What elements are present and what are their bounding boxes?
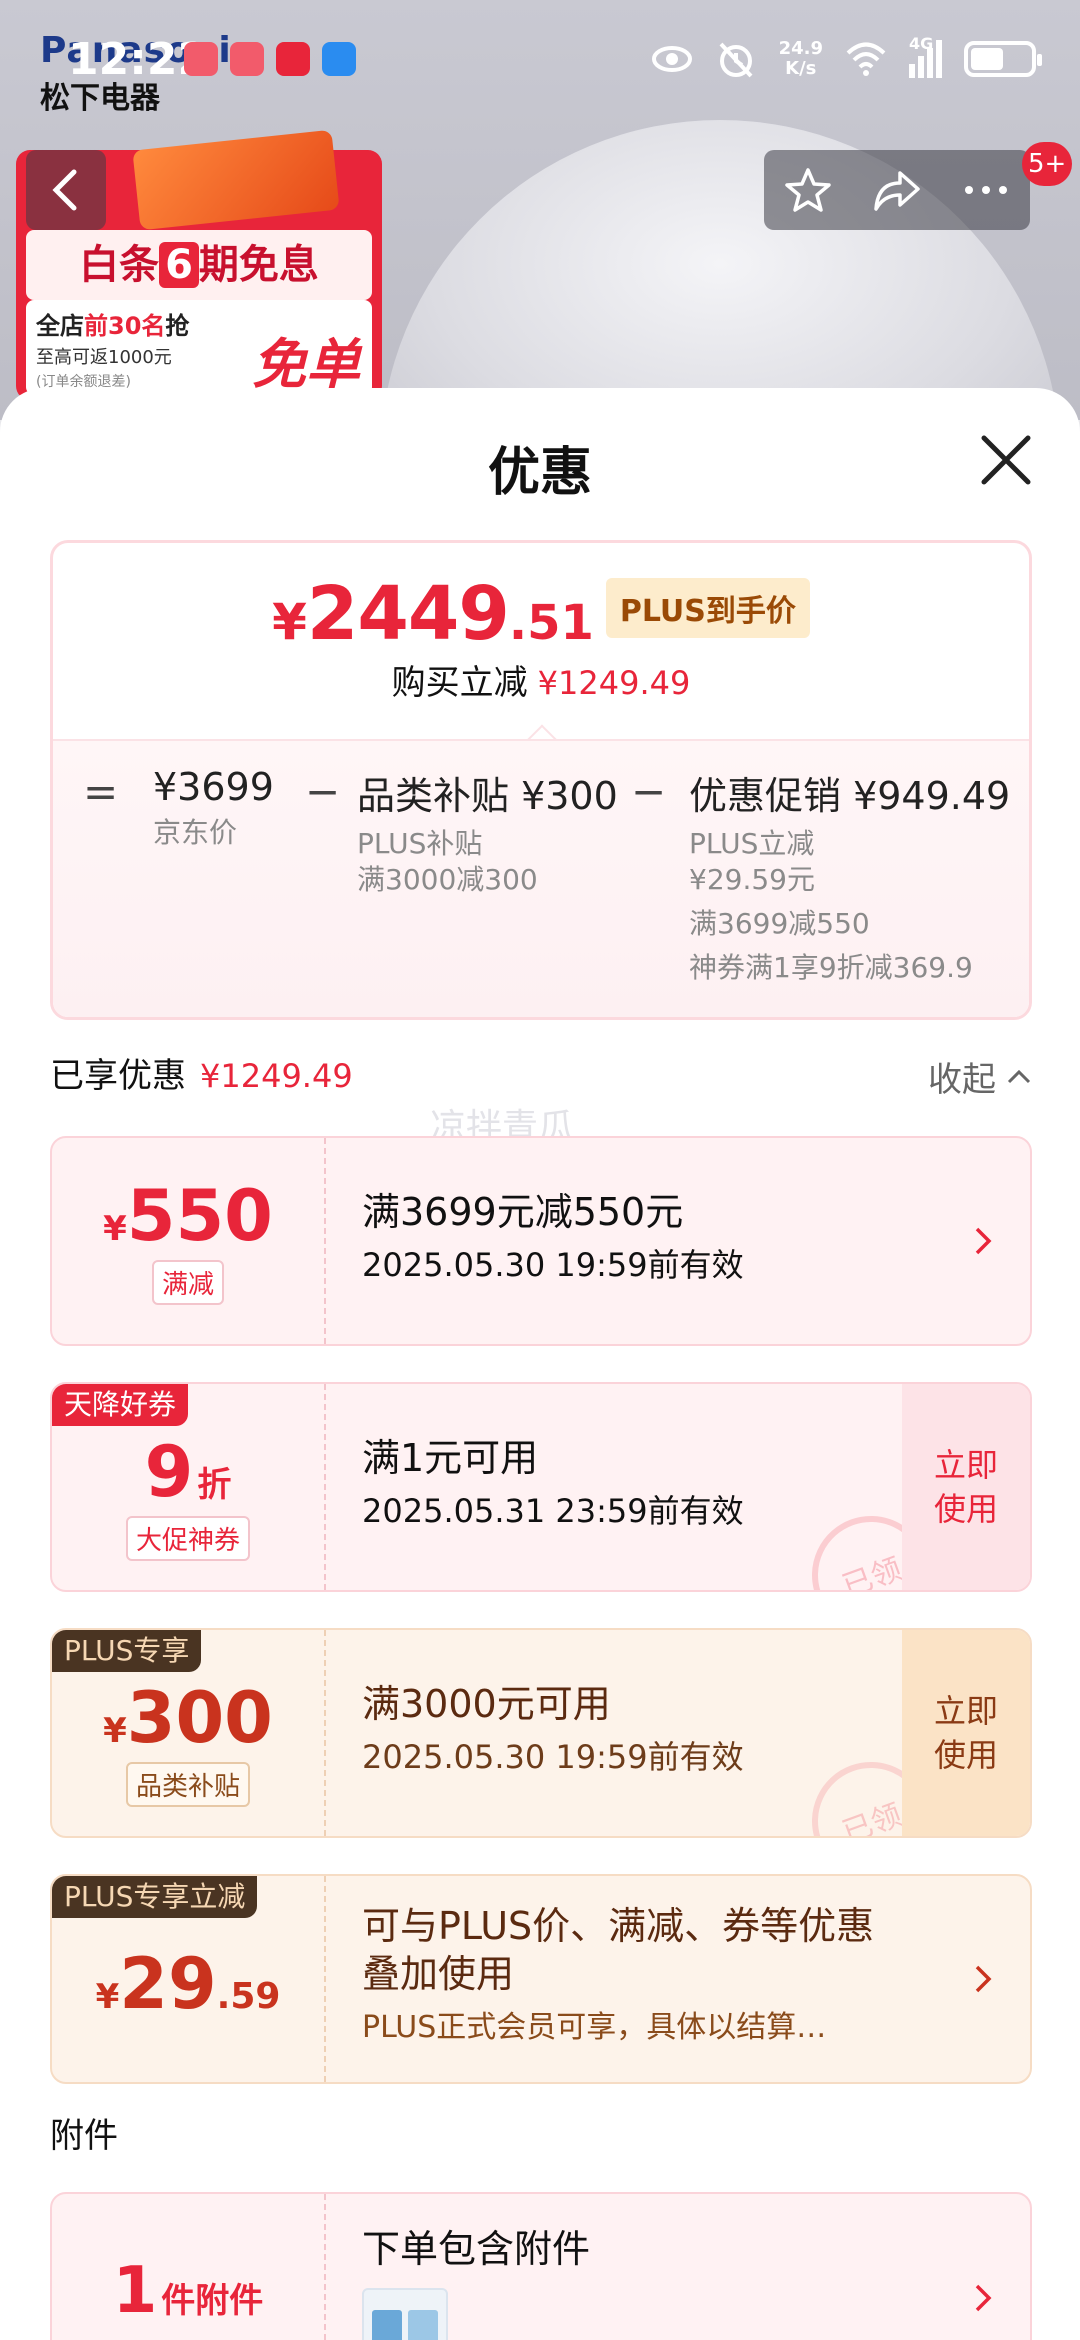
- save-row: 购买立减 ¥1249.49: [53, 655, 1029, 704]
- accessory-title: 下单包含附件: [362, 2227, 591, 2271]
- eye-icon: [651, 46, 692, 72]
- coupon-corner-tag: PLUS专享: [52, 1630, 202, 1672]
- minus-sign: −: [305, 767, 341, 816]
- sheet-title: 优惠: [487, 443, 592, 503]
- coupon-info: 可与PLUS价、满减、券等优惠 叠加使用 PLUS正式会员可享，具体以结算…: [362, 1904, 875, 2045]
- coupon-value: ¥550 满减: [52, 1138, 326, 1344]
- use-now-button[interactable]: 立即使用: [902, 1384, 1030, 1590]
- final-price: ¥ 2449 .51 PLUS到手价: [53, 571, 1029, 657]
- chevron-up-icon: [1007, 1069, 1031, 1083]
- save-amount: ¥1249.49: [537, 664, 691, 702]
- battery-icon: [964, 41, 1042, 77]
- coupon-corner-tag: 天降好券: [52, 1384, 189, 1426]
- chevron-right-icon[interactable]: [972, 1221, 996, 1261]
- coupon-info: 满1元可用 2025.05.31 23:59前有效: [362, 1436, 744, 1530]
- status-indicators: 24.9 K/s 4G: [651, 34, 1042, 80]
- collapse-button[interactable]: 收起: [928, 1052, 1032, 1101]
- coupon-type-label: 品类补贴: [125, 1761, 250, 1807]
- breakdown-jd-price: ¥3699 京东价: [153, 765, 274, 849]
- wifi-icon: [846, 42, 886, 76]
- chevron-left-icon: [52, 169, 77, 211]
- coupon-info: 满3699元减550元 2025.05.30 19:59前有效: [362, 1190, 744, 1284]
- coupon-full-reduction[interactable]: ¥550 满减 满3699元减550元 2025.05.30 19:59前有效: [50, 1136, 1032, 1346]
- price-breakdown: = ¥3699 京东价 − 品类补贴 ¥300 PLUS补贴 满3000减300 …: [53, 739, 1029, 1017]
- alarm-off-icon: [719, 42, 753, 78]
- app-notification-icon: [230, 42, 264, 76]
- equals-sign: =: [83, 767, 119, 816]
- coupon-type-label: 满减: [151, 1259, 224, 1305]
- price-summary-card: ¥ 2449 .51 PLUS到手价 购买立减 ¥1249.49 = ¥3699 …: [50, 540, 1032, 1020]
- chevron-right-icon[interactable]: [972, 2278, 996, 2318]
- share-icon[interactable]: [870, 165, 924, 215]
- accessory-card[interactable]: 1 件附件 下单包含附件: [50, 2192, 1032, 2340]
- cellular-signal-icon: 4G: [909, 34, 942, 78]
- notification-icons: [184, 42, 356, 76]
- price-integer: 2449: [306, 571, 510, 657]
- coupon-discount-9: 9折 大促神券 天降好券 满1元可用 2025.05.31 23:59前有效 已…: [50, 1382, 1032, 1592]
- price-decimal: .51: [508, 595, 594, 651]
- shield-app-icon: [322, 42, 356, 76]
- close-icon[interactable]: [978, 432, 1034, 488]
- message-badge: 5+: [1022, 142, 1073, 186]
- coupon-corner-tag: PLUS专享立减: [52, 1876, 258, 1918]
- enjoyed-discount: 已享优惠 ¥1249.49: [50, 1056, 353, 1096]
- nav-actions: [764, 150, 1030, 230]
- gift-box-image: [132, 129, 340, 231]
- final-price-section: ¥ 2449 .51 PLUS到手价 购买立减 ¥1249.49: [53, 543, 1029, 739]
- accessory-count: 1 件附件: [52, 2194, 326, 2340]
- minus-sign: −: [631, 767, 667, 816]
- coupon-plus-instant[interactable]: ¥29.59 PLUS专享立减 可与PLUS价、满减、券等优惠 叠加使用 PLU…: [50, 1874, 1032, 2084]
- coupon-type-label: 大促神券: [125, 1515, 250, 1561]
- more-icon[interactable]: [961, 180, 1011, 200]
- coupon-category-subsidy: ¥300 品类补贴 PLUS专享 满3000元可用 2025.05.30 19:…: [50, 1628, 1032, 1838]
- app-notification-icon: [184, 42, 218, 76]
- promo-title: 白条 6 期免息: [26, 230, 372, 300]
- save-label: 购买立减: [391, 663, 528, 703]
- chevron-right-icon[interactable]: [972, 1959, 996, 1999]
- plus-price-tag: PLUS到手价: [605, 578, 810, 638]
- huawei-icon: [276, 42, 310, 76]
- accessory-thumbnail: [362, 2288, 448, 2340]
- price-symbol: ¥: [272, 593, 307, 651]
- breakdown-promotion: 优惠促销 ¥949.49 PLUS立减 ¥29.59元 满3699减550 神券满1享…: [689, 774, 1011, 984]
- use-now-button[interactable]: 立即使用: [902, 1630, 1030, 1836]
- discount-sheet: 优惠 ¥ 2449 .51 PLUS到手价 购买立减 ¥1249.49 = ¥36…: [0, 388, 1080, 2340]
- promo-detail: 全店前30名抢 至高可返1000元 (订单余额退差) 免单: [26, 300, 372, 396]
- network-speed: 24.9 K/s: [778, 38, 823, 79]
- star-icon[interactable]: [783, 165, 833, 215]
- coupon-info: 满3000元可用 2025.05.30 19:59前有效: [362, 1682, 744, 1776]
- breakdown-category-subsidy: 品类补贴 ¥300 PLUS补贴 满3000减300: [357, 774, 618, 896]
- status-bar: 12:22 24.9 K/s 4G: [0, 0, 1080, 120]
- back-button[interactable]: [26, 150, 106, 230]
- accessory-section-title: 附件: [50, 2116, 118, 2156]
